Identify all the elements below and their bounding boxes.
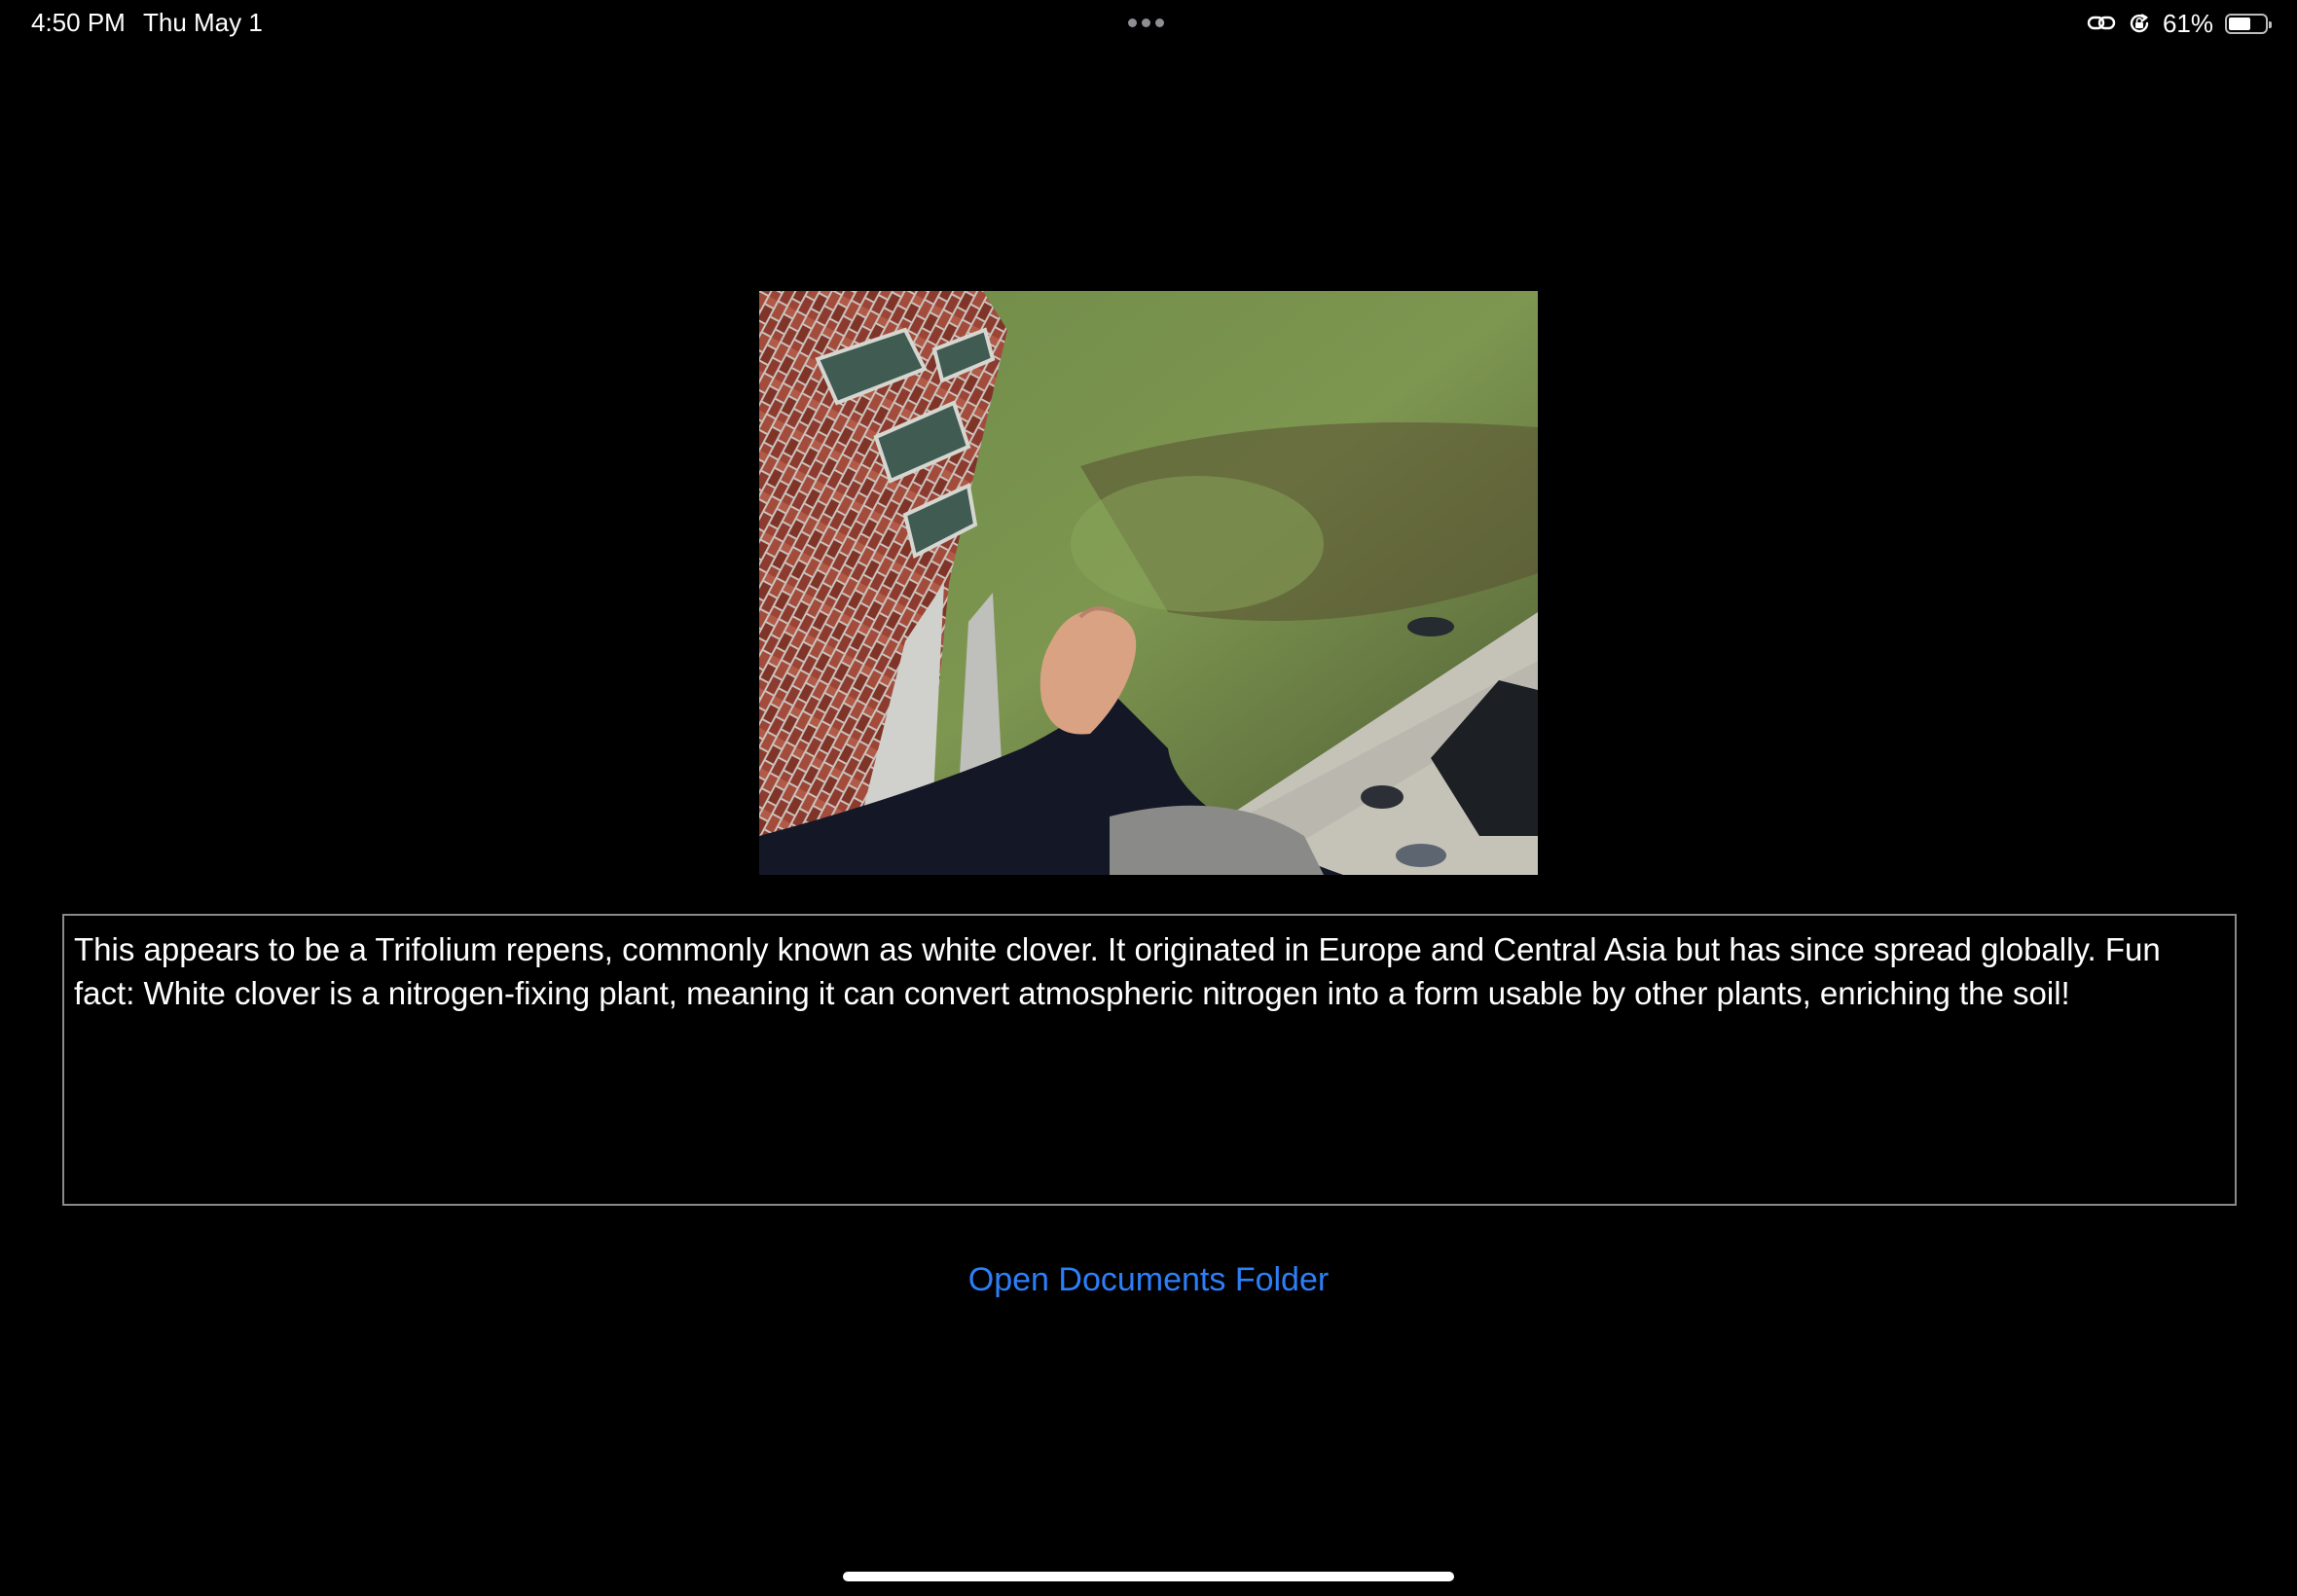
- status-indicators: 61%: [2087, 8, 2272, 39]
- multitasking-dots-icon[interactable]: [1128, 18, 1164, 27]
- home-indicator[interactable]: [843, 1572, 1454, 1581]
- battery-icon: [2225, 13, 2272, 34]
- identification-result-text: This appears to be a Trifolium repens, c…: [62, 914, 2237, 1206]
- app-screen: 4:50 PM Thu May 1 61% This appears to be…: [0, 0, 2297, 1596]
- clover-camera-photo: [759, 291, 1538, 875]
- link-icon: [2087, 14, 2116, 33]
- status-bar: 4:50 PM Thu May 1 61%: [0, 0, 2297, 47]
- battery-percent: 61%: [2162, 8, 2213, 38]
- status-time: 4:50 PM: [31, 8, 126, 37]
- orientation-lock-icon: [2128, 12, 2151, 35]
- open-documents-folder-button[interactable]: Open Documents Folder: [0, 1261, 2297, 1299]
- status-date: Thu May 1: [143, 8, 263, 37]
- battery-level-fill: [2229, 17, 2250, 30]
